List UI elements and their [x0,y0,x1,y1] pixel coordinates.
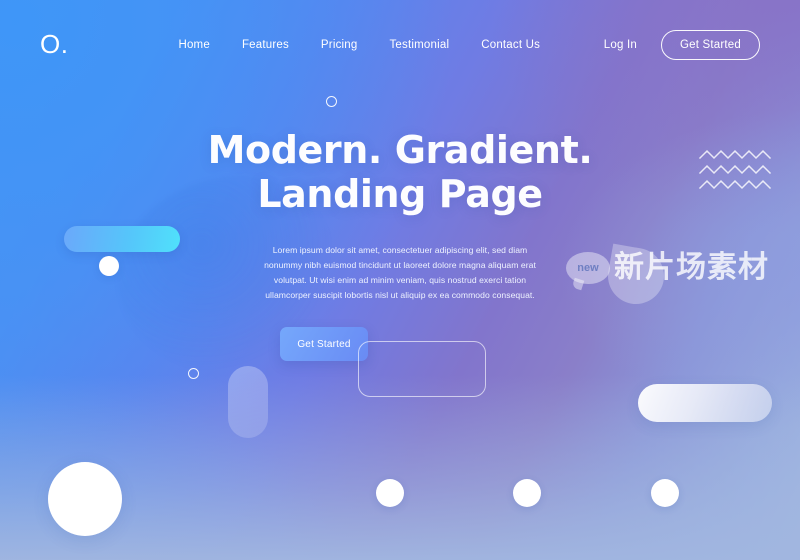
decorative-circle-large [48,462,122,536]
nav-item-home[interactable]: Home [178,39,209,51]
nav-get-started-button[interactable]: Get Started [660,30,760,60]
hero-headline: Modern. Gradient. Landing Page [208,128,593,217]
nav-item-features[interactable]: Features [242,39,289,51]
decorative-dot-bottom-2 [513,479,541,507]
decorative-dot-bottom-1 [376,479,404,507]
hero-headline-line-1: Modern. Gradient. [207,128,593,172]
nav-item-pricing[interactable]: Pricing [321,39,358,51]
decorative-dot-bottom-3 [651,479,679,507]
hero-cta-row: Get Started [280,327,520,401]
hero-section: Modern. Gradient. Landing Page Lorem ips… [0,128,800,401]
hero-get-started-button[interactable]: Get Started [280,327,368,362]
nav-item-testimonial[interactable]: Testimonial [389,39,449,51]
hero-headline-line-2: Landing Page [257,172,543,217]
landing-page-hero-screen: O. Home Features Pricing Testimonial Con… [0,0,800,560]
nav-actions: Log In Get Started [604,30,760,60]
site-logo[interactable]: O. [40,31,68,57]
nav-item-contact-us[interactable]: Contact Us [481,39,540,51]
hero-paragraph: Lorem ipsum dolor sit amet, consectetuer… [264,244,536,300]
top-navbar: O. Home Features Pricing Testimonial Con… [0,0,800,90]
login-link[interactable]: Log In [604,39,637,51]
hero-outline-placeholder-box [358,341,486,398]
decorative-ring-top [326,96,337,107]
nav-links: Home Features Pricing Testimonial Contac… [178,39,540,51]
